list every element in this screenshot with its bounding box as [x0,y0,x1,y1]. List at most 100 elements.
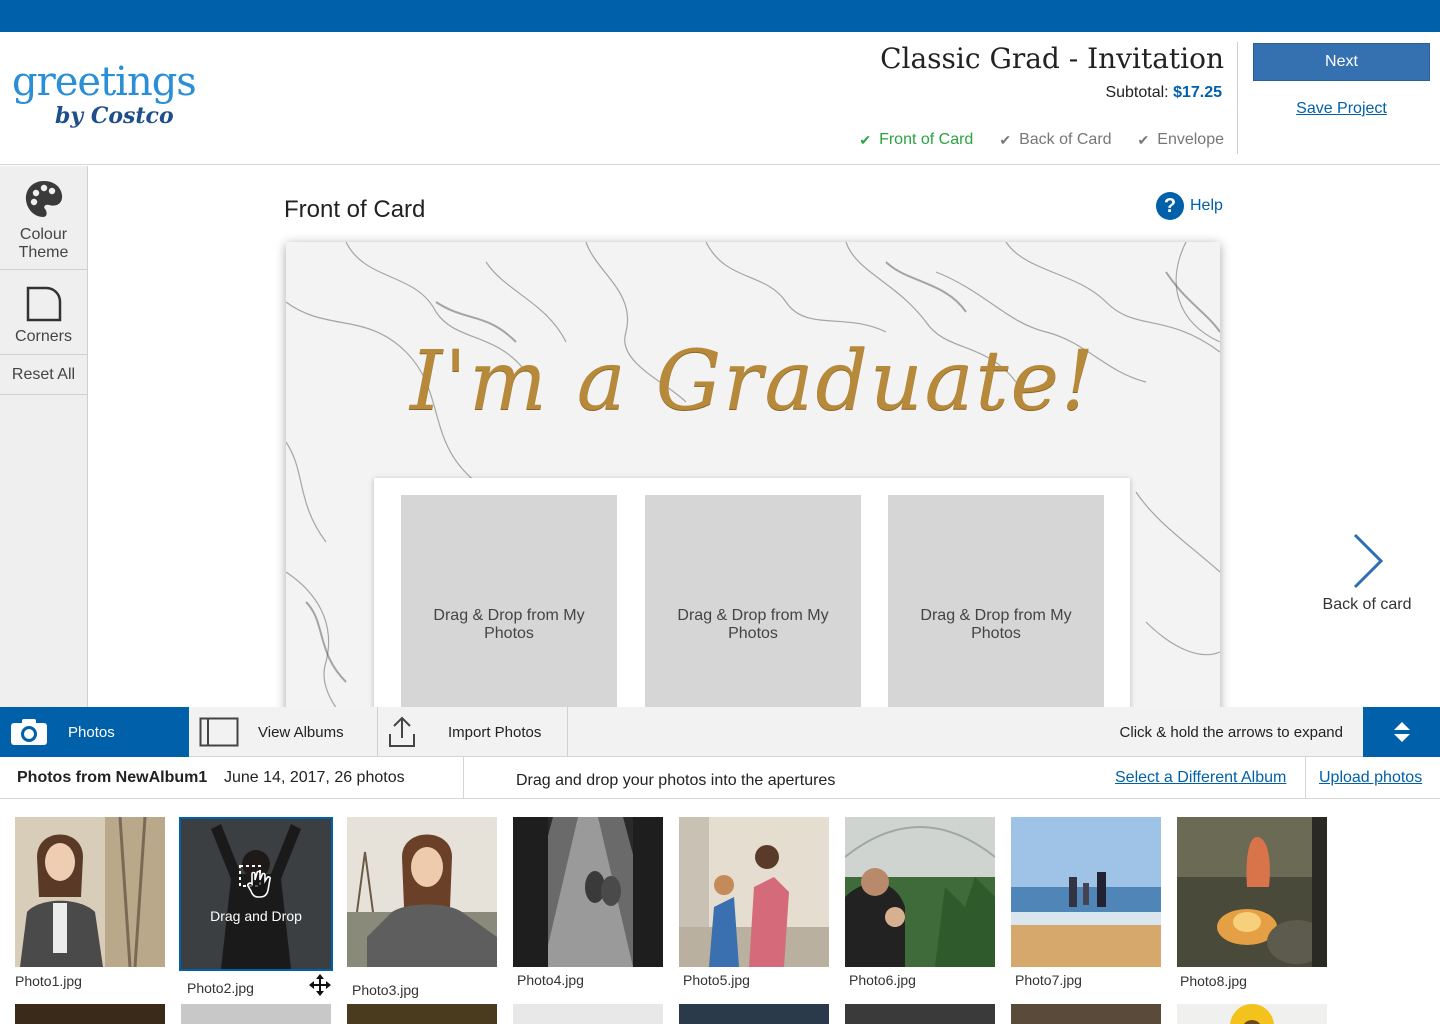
upload-photos-link[interactable]: Upload photos [1319,769,1422,787]
save-project-link[interactable]: Save Project [1253,100,1430,118]
greetings-logo[interactable]: greetings by Costco [12,59,197,129]
colour-theme-label: Colour Theme [18,226,69,261]
photo-image [15,817,165,967]
drag-drop-overlay[interactable]: Drag and Drop [181,819,331,969]
photo-thumbnail[interactable]: Photo8.jpg [1177,817,1327,989]
step-label: Back of Card [1019,131,1112,148]
photo-aperture[interactable]: Drag & Drop from My Photos [888,495,1104,707]
product-title: Classic Grad - Invitation [880,42,1224,75]
help-label: Help [1190,197,1223,214]
chevron-right-icon [1353,533,1384,589]
photo-panel: Drag & Drop from My Photos Drag & Drop f… [374,478,1130,707]
colour-theme-tool[interactable]: Colour Theme [0,166,87,270]
photo-thumbnail[interactable] [1177,1004,1327,1024]
top-brand-bar [0,0,1440,32]
photo-image [1011,817,1161,967]
photo-caption: Photo1.jpg [15,973,82,989]
drag-drop-hint: Drag and drop your photos into the apert… [516,772,836,789]
corners-tool[interactable]: Corners [0,270,87,355]
photo-thumbnail[interactable] [15,1004,165,1024]
card-workspace: Front of Card ? Help I'm a Graduate! Dra… [89,166,1440,707]
tab-photos[interactable]: Photos [0,707,189,757]
step-back-of-card[interactable]: ✔ Back of Card [999,131,1111,149]
expand-toggle-button[interactable] [1363,707,1440,757]
select-different-album-link[interactable]: Select a Different Album [1115,769,1286,787]
card-preview: I'm a Graduate! Drag & Drop from My Phot… [286,242,1220,707]
photo-thumbnail[interactable] [845,1004,995,1024]
tab-view-albums-label: View Albums [258,723,344,741]
drag-drop-label: Drag and Drop [210,908,302,924]
photo-caption: Photo5.jpg [683,972,750,988]
tab-photos-label: Photos [68,723,115,741]
back-of-card-nav[interactable]: Back of card [1307,531,1427,614]
album-name: Photos from NewAlbum1 [17,769,208,786]
photo-thumbnail-grid: Photo1.jpg Drag and Drop Photo2.jpg Phot… [0,800,1440,1024]
move-cursor-icon [309,974,331,996]
subtotal: Subtotal: $17.25 [1105,84,1222,102]
photo-image [1177,817,1327,967]
photo-thumbnail-selected[interactable]: Drag and Drop Photo2.jpg [179,817,333,996]
palette-icon [25,181,62,217]
photo-thumbnail[interactable]: Photo4.jpg [513,817,663,988]
tool-panel: Colour Theme Corners Reset All [0,166,88,707]
photo-toolbar: Photos View Albums Import Photos Click &… [0,707,1440,757]
step-label: Front of Card [879,131,974,148]
upload-icon [389,716,415,747]
photo-thumbnail[interactable] [181,1004,331,1024]
photo-caption: Photo8.jpg [1180,973,1247,989]
checkmark-icon: ✔ [999,131,1012,148]
photo-aperture[interactable]: Drag & Drop from My Photos [401,495,617,707]
expand-arrows-icon [1393,722,1410,742]
photo-thumbnail[interactable] [347,1004,497,1024]
photo-image [679,817,829,967]
tab-import-photos-label: Import Photos [448,723,542,741]
help-link[interactable]: ? Help [1156,192,1223,220]
photo-aperture[interactable]: Drag & Drop from My Photos [645,495,861,707]
album-bar-divider [463,757,464,799]
photo-thumbnail[interactable]: Photo5.jpg [679,817,829,988]
header: greetings by Costco Classic Grad - Invit… [0,32,1440,165]
photo-caption: Photo7.jpg [1015,972,1082,988]
back-of-card-label: Back of card [1322,596,1412,613]
step-front-of-card[interactable]: ✔ Front of Card [859,131,973,149]
camera-icon [11,719,47,745]
photo-image [347,817,497,967]
card-headline: I'm a Graduate! [410,334,1096,429]
drag-hand-icon [239,865,271,898]
photo-thumbnail[interactable]: Photo7.jpg [1011,817,1161,988]
step-label: Envelope [1157,131,1224,148]
photo-thumbnail[interactable]: Photo3.jpg [347,817,497,998]
checkmark-icon: ✔ [859,131,872,148]
corner-shape-icon [26,286,61,322]
tab-view-albums[interactable]: View Albums [189,707,378,757]
photo-thumbnail[interactable]: Photo1.jpg [15,817,165,989]
expand-hint: Click & hold the arrows to expand [1119,723,1343,741]
photo-thumbnail[interactable]: Photo6.jpg [845,817,995,988]
reset-all-button[interactable]: Reset All [0,355,87,395]
workspace-title: Front of Card [284,196,426,223]
subtotal-label: Subtotal: [1105,84,1169,101]
next-button[interactable]: Next [1253,43,1430,81]
photo-thumbnail[interactable] [679,1004,829,1024]
photo-image [513,817,663,967]
photo-caption: Photo4.jpg [517,972,584,988]
photo-image [845,817,995,967]
help-icon: ? [1156,192,1184,220]
album-bar-divider [1305,757,1306,799]
header-divider [1237,42,1238,154]
sunflower-image [1230,1004,1274,1024]
corners-label: Corners [15,328,72,345]
album-icon [199,717,239,747]
photo-image: Drag and Drop [179,817,333,971]
checkmark-icon: ✔ [1137,131,1150,148]
photo-caption: Photo3.jpg [352,982,419,998]
album-info-bar: Photos from NewAlbum1 June 14, 2017, 26 … [0,757,1440,799]
photo-thumbnail[interactable] [513,1004,663,1024]
step-envelope[interactable]: ✔ Envelope [1138,131,1224,149]
progress-steps: ✔ Front of Card ✔ Back of Card ✔ Envelop… [859,131,1224,149]
logo-byline: by Costco [55,103,174,129]
logo-wordmark: greetings [12,59,197,105]
photo-thumbnail[interactable] [1011,1004,1161,1024]
subtotal-value: $17.25 [1173,84,1222,101]
tab-import-photos[interactable]: Import Photos [378,707,568,757]
